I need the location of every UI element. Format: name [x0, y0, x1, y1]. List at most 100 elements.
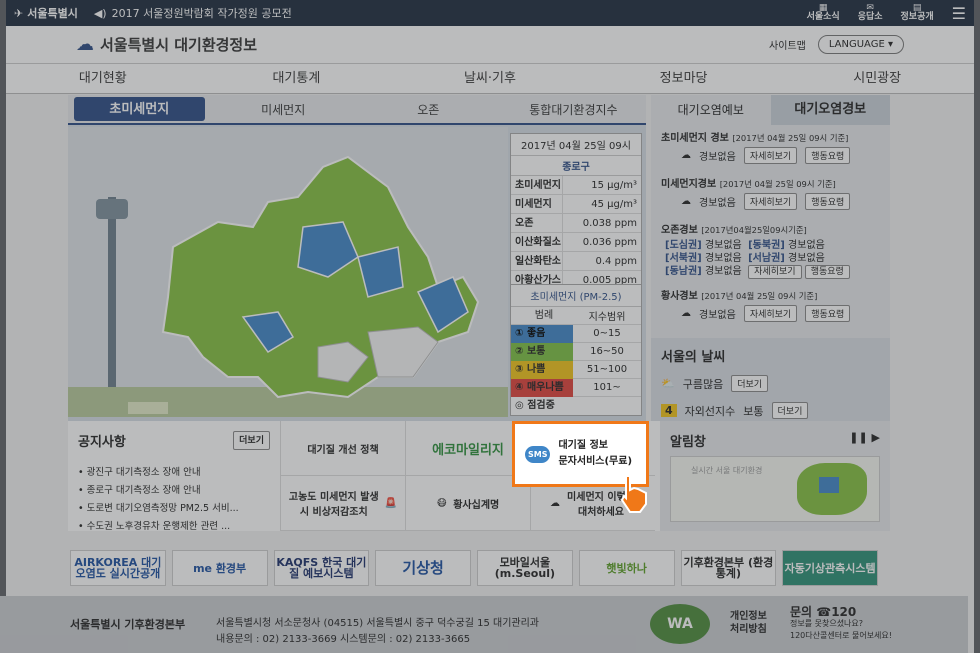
global-nav: 대기현황 대기통계 날씨·기후 정보마당 시민광장: [6, 64, 974, 94]
seoul-district-map[interactable]: [68, 127, 508, 417]
map-box: 초미세먼지 미세먼지 오존 통합대기환경지수 2017년 04월 25일 09시…: [68, 95, 646, 421]
seoul-weather: 서울의 날씨 ⛅ 구름많음 더보기 4 자외선지수 보통 더보기: [651, 338, 890, 421]
tab-forecast[interactable]: 대기오염예보: [651, 95, 771, 125]
pm10-action-button[interactable]: 행동요령: [805, 193, 851, 210]
uv-level-badge: 4: [661, 404, 677, 417]
info-open-link[interactable]: ▤ 정보공개: [901, 4, 934, 22]
privacy-link[interactable]: 개인정보 처리방침: [730, 610, 767, 636]
info-date: 2017년 04월 25일 09시: [511, 134, 641, 156]
site-header: ☁ 서울특별시 대기환경정보 사이트맵 LANGUAGE ▾: [6, 26, 974, 64]
legend-title: 초미세먼지 (PM-2.5): [511, 285, 641, 307]
nav-air-stats[interactable]: 대기통계: [200, 64, 394, 93]
tab-pm10[interactable]: 미세먼지: [211, 95, 356, 123]
notice-item[interactable]: • 광진구 대기측정소 장애 안내: [78, 464, 270, 478]
seoul-logo-icon: ✈: [14, 6, 24, 20]
alarm-panel: 알림창 ❚❚ ▶ 실시간 서울 대기환경: [660, 421, 890, 531]
tab-pm25[interactable]: 초미세먼지: [74, 97, 205, 121]
pm25-action-button[interactable]: 행동요령: [805, 147, 851, 164]
weather-more-button[interactable]: 더보기: [731, 375, 769, 392]
notice-item[interactable]: • 종로구 대기측정소 장애 안내: [78, 482, 270, 496]
table-row: 초미세먼지 15 μg/m³: [511, 175, 641, 195]
web-accessibility-badge: WA: [650, 604, 710, 644]
tab-ozone[interactable]: 오존: [356, 95, 501, 123]
pm25-warning: 초미세먼지 경보 [2017년 04월 25일 09시 기준] ☁ 경보없음 자세히…: [661, 133, 851, 164]
alarm-map[interactable]: 실시간 서울 대기환경: [670, 456, 880, 522]
nav-citizen[interactable]: 시민광장: [780, 64, 974, 93]
notice-more-button[interactable]: 더보기: [233, 431, 270, 450]
tab-warning[interactable]: 대기오염경보: [770, 95, 890, 125]
partly-cloudy-icon: ⛅: [661, 377, 675, 390]
pollutant-tabs: 초미세먼지 미세먼지 오존 통합대기환경지수: [68, 95, 646, 125]
banner-me[interactable]: me 환경부: [171, 550, 268, 586]
site-brand[interactable]: ☁ 서울특별시 대기환경정보: [76, 34, 257, 55]
main-panel: 초미세먼지 미세먼지 오존 통합대기환경지수 2017년 04월 25일 09시…: [68, 95, 890, 421]
notice-box: 공지사항 더보기 • 광진구 대기측정소 장애 안내 • 종로구 대기측정소 장애…: [68, 421, 280, 532]
tab-cai[interactable]: 통합대기환경지수: [501, 95, 646, 123]
footer-address: 서울특별시청 서소문청사 (04515) 서울특별시 중구 덕수궁길 15 대기…: [216, 618, 539, 645]
sitemap-link[interactable]: 사이트맵: [769, 37, 806, 52]
banner-kma[interactable]: 기상청: [375, 550, 471, 586]
footer-org: 서울특별시 기후환경본부: [70, 618, 186, 631]
table-row: 오존 0.038 ppm: [511, 213, 641, 233]
top-notice[interactable]: ◀) 2017 서울정원박람회 작가정원 공모전: [94, 5, 292, 21]
menu-icon[interactable]: ☰: [952, 5, 966, 21]
emergency-link[interactable]: 고농도 미세먼지 발생시 비상저감조치 🚨: [280, 476, 405, 531]
banner-climate[interactable]: 기후환경본부 (환경통계): [680, 550, 777, 586]
banner-mseoul[interactable]: 모바일서울 (m.Seoul): [477, 550, 573, 586]
uv-more-button[interactable]: 더보기: [771, 402, 809, 419]
legend-row: ① 좋음 0~15: [511, 324, 641, 343]
table-row: 이산화질소 0.036 ppm: [511, 232, 641, 252]
seoul-logo[interactable]: ✈ 서울특별시: [14, 5, 78, 21]
ozone-warning: 오존경보 [2017년04월25일09시기준] [도심권] 경보없음 [동북권]…: [651, 217, 890, 283]
legend-row: ◎ 점검중: [515, 400, 555, 411]
pm25-legend: 초미세먼지 (PM-2.5) 범례 지수범위 ① 좋음 0~15 ② 보통 16~50…: [510, 284, 642, 416]
site-footer: 서울특별시 기후환경본부 서울특별시청 서소문청사 (04515) 서울특별시 …: [0, 596, 968, 653]
pm25-detail-button[interactable]: 자세히보기: [743, 147, 798, 164]
dust-action-button[interactable]: 행동요령: [805, 305, 851, 322]
cloud-icon: ☁: [681, 196, 691, 207]
pm10-detail-button[interactable]: 자세히보기: [743, 193, 798, 210]
play-pause-icon[interactable]: ❚❚ ▶: [849, 431, 880, 450]
info-district: 종로구: [511, 156, 641, 176]
legend-row: ② 보통 16~50: [511, 342, 641, 361]
table-row: 일산화탄소 0.4 ppm: [511, 251, 641, 271]
district-info-table: 2017년 04월 25일 09시 종로구 초미세먼지 15 μg/m³ 미세먼지…: [510, 133, 642, 291]
nav-air-status[interactable]: 대기현황: [6, 64, 200, 93]
cursor-pointer-icon: [620, 475, 647, 513]
legend-row: ③ 나쁨 51~100: [511, 360, 641, 379]
ozone-detail-button[interactable]: 자세히보기: [748, 265, 802, 279]
nav-weather[interactable]: 날씨·기후: [393, 64, 587, 93]
notice-item[interactable]: • 도로변 대기오염측정망 PM2.5 서비...: [78, 500, 270, 514]
bottom-section: 공지사항 더보기 • 광진구 대기측정소 장애 안내 • 종로구 대기측정소 장애…: [68, 421, 890, 532]
seoul-news-link[interactable]: ▦ 서울소식: [807, 4, 840, 22]
cloud-icon: ☁: [681, 308, 691, 319]
alert-tabs: 대기오염예보 대기오염경보: [651, 95, 890, 125]
table-row: 미세먼지 45 μg/m³: [511, 194, 641, 214]
cloud-icon: ☁: [681, 150, 691, 161]
partner-banners: AIRKOREA 대기오염도 실시간공개 me 환경부 KAQFS 한국 대기질…: [70, 550, 878, 586]
alert-panel: 대기오염예보 대기오염경보 초미세먼지 경보 [2017년 04월 25일 09…: [651, 95, 890, 421]
cloud-logo-icon: ☁: [76, 34, 94, 55]
dust-cloud-icon: ☁: [550, 497, 560, 509]
ozone-action-button[interactable]: 행동요령: [804, 265, 850, 279]
dust-detail-button[interactable]: 자세히보기: [743, 305, 798, 322]
sms-phone-icon: SMS: [525, 445, 551, 463]
nav-info[interactable]: 정보마당: [587, 64, 781, 93]
top-tools: ▦ 서울소식 ✉ 응답소 ▤ 정보공개 ☰: [807, 4, 966, 22]
response-link[interactable]: ✉ 응답소: [858, 4, 883, 22]
mask-icon: 😷: [436, 497, 448, 509]
language-select[interactable]: LANGUAGE ▾: [817, 35, 904, 54]
banner-airkorea[interactable]: AIRKOREA 대기오염도 실시간공개: [70, 550, 166, 586]
policy-link[interactable]: 대기질 개선 정책: [280, 421, 405, 476]
notice-item[interactable]: • 수도권 노후경유차 운행제한 관련 ...: [78, 518, 270, 532]
dust-warning: 황사경보 [2017년 04월 25일 09시 기준] ☁ 경보없음 자세히보기 행동…: [651, 283, 890, 329]
call-center: 문의 ☎120 정보를 못찾으셨나요? 120다산콜센터로 물어보세요!: [790, 605, 892, 640]
speaker-icon: ◀): [93, 6, 107, 20]
legend-head: 범례 지수범위: [511, 307, 641, 325]
banner-aws[interactable]: 자동기상관측시스템: [782, 550, 878, 586]
seoul-top-bar: ✈ 서울특별시 ◀) 2017 서울정원박람회 작가정원 공모전 ▦ 서울소식 ✉ 응답…: [6, 0, 974, 26]
banner-sunshine[interactable]: 햇빛하나: [578, 550, 675, 586]
siren-icon: 🚨: [384, 497, 398, 509]
legend-row: ④ 매우나쁨 101~: [511, 378, 641, 397]
banner-kaqfs[interactable]: KAQFS 한국 대기질 예보시스템: [273, 550, 370, 586]
